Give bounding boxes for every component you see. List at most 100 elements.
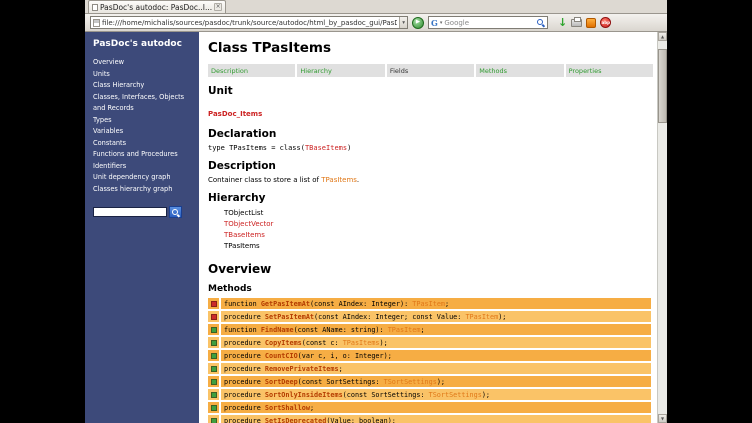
method-signature: procedure RemovePrivateItems; [221, 363, 651, 374]
method-link[interactable]: SortOnlyInsideItems [265, 391, 343, 399]
scroll-down-icon[interactable]: ▼ [658, 414, 667, 423]
browser-tab[interactable]: PasDoc's autodoc: PasDoc..I... × [88, 0, 226, 13]
method-link[interactable]: GetPasItemAt [261, 300, 310, 308]
keyword: procedure [224, 339, 265, 347]
tab-bar: PasDoc's autodoc: PasDoc..I... × [85, 0, 667, 14]
section-link-methods[interactable]: Methods [476, 64, 563, 77]
unit-link[interactable]: PasDoc_Items [208, 110, 262, 118]
section-link-properties[interactable]: Properties [566, 64, 653, 77]
visibility-cell [208, 324, 219, 335]
section-link-hierarchy[interactable]: Hierarchy [297, 64, 384, 77]
address-dropdown-icon[interactable]: ▾ [399, 17, 407, 28]
keyword: function [224, 326, 261, 334]
visibility-cell [208, 363, 219, 374]
hierarchy-item-link[interactable]: TObjectVector [224, 219, 653, 230]
sidebar-item-functions-procedures[interactable]: Functions and Procedures [93, 149, 193, 161]
method-link[interactable]: RemovePrivateItems [265, 365, 339, 373]
declaration-text: ) [347, 144, 351, 152]
params: ); [498, 313, 506, 321]
desktop-background: PasDoc's autodoc: PasDoc..I... × file://… [0, 0, 752, 423]
hierarchy-item-link[interactable]: TBaseItems [224, 230, 653, 241]
sidebar-item-units[interactable]: Units [93, 69, 193, 81]
method-link[interactable]: SetIsDeprecated [265, 417, 326, 423]
sidebar-item-unit-dependency-graph[interactable]: Unit dependency graph [93, 172, 193, 184]
sidebar-item-types[interactable]: Types [93, 115, 193, 127]
download-arrow-icon[interactable]: ↓ [558, 17, 567, 28]
scrollbar-thumb[interactable] [658, 49, 667, 123]
sidebar-item-overview[interactable]: Overview [93, 57, 193, 69]
search-input[interactable] [444, 19, 535, 27]
overview-heading: Overview [208, 262, 653, 276]
visibility-icon [211, 327, 217, 333]
sidebar-item-classes-hierarchy-graph[interactable]: Classes hierarchy graph [93, 184, 193, 196]
method-link[interactable]: SortDeep [265, 378, 298, 386]
type-link[interactable]: TSortSettings [429, 391, 482, 399]
sidebar-search-input[interactable] [93, 207, 167, 217]
scroll-up-icon[interactable]: ▲ [658, 32, 667, 41]
section-link-description[interactable]: Description [208, 64, 295, 77]
method-row: procedure RemovePrivateItems; [208, 363, 651, 374]
keyword: procedure [224, 352, 265, 360]
method-link[interactable]: CountCIO [265, 352, 298, 360]
visibility-cell [208, 350, 219, 361]
sidebar-search-button[interactable] [169, 206, 182, 218]
params: ); [380, 339, 388, 347]
keyword: procedure [224, 313, 265, 321]
type-link[interactable]: TSortSettings [384, 378, 437, 386]
sidebar-item-variables[interactable]: Variables [93, 126, 193, 138]
params: (const SortSettings: [298, 378, 384, 386]
description-text: Container class to store a list of TPasI… [208, 176, 653, 184]
visibility-cell [208, 415, 219, 423]
sidebar-nav: Overview Units Class Hierarchy Classes, … [93, 57, 193, 195]
ancestor-class-link[interactable]: TBaseItems [305, 144, 347, 152]
sidebar-item-identifiers[interactable]: Identifiers [93, 161, 193, 173]
visibility-cell [208, 298, 219, 309]
method-row: procedure SortOnlyInsideItems(const Sort… [208, 389, 651, 400]
type-link[interactable]: TPasItem [388, 326, 421, 334]
adblock-icon[interactable]: abp [600, 17, 611, 28]
go-button[interactable]: ▶ [412, 17, 424, 29]
params: (const AIndex: Integer): [310, 300, 412, 308]
method-link[interactable]: SortShallow [265, 404, 310, 412]
visibility-icon [211, 379, 217, 385]
params: (const SortSettings: [343, 391, 429, 399]
method-link[interactable]: SetPasItemAt [265, 313, 314, 321]
keyword: procedure [224, 378, 265, 386]
sidebar-item-class-hierarchy[interactable]: Class Hierarchy [93, 80, 193, 92]
section-nav: Description Hierarchy Fields Methods Pro… [208, 64, 653, 77]
method-link[interactable]: CopyItems [265, 339, 302, 347]
address-bar[interactable]: file:///home/michalis/sources/pasdoc/tru… [90, 16, 408, 29]
section-label-fields: Fields [387, 64, 474, 77]
tab-close-icon[interactable]: × [214, 3, 222, 11]
visibility-cell [208, 376, 219, 387]
vertical-scrollbar[interactable]: ▲ ▼ [657, 32, 667, 423]
sidebar-title: PasDoc's autodoc [93, 39, 193, 49]
navigation-toolbar: file:///home/michalis/sources/pasdoc/tru… [85, 14, 667, 32]
search-engine-dropdown-icon[interactable]: ▾ [440, 20, 443, 26]
hierarchy-heading: Hierarchy [208, 192, 653, 204]
method-row: procedure SetPasItemAt(const AIndex: Int… [208, 311, 651, 322]
params: ; [420, 326, 424, 334]
declaration-code: type TPasItems = class(TBaseItems) [208, 144, 653, 152]
method-signature: function FindName(const AName: string): … [221, 324, 651, 335]
hierarchy-item: TObjectList [224, 208, 653, 219]
type-link[interactable]: TPasItems [321, 176, 357, 184]
description-fragment: . [357, 176, 359, 184]
search-bar[interactable]: G ▾ [428, 16, 548, 29]
method-link[interactable]: FindName [261, 326, 294, 334]
type-link[interactable]: TPasItems [343, 339, 380, 347]
browser-window: PasDoc's autodoc: PasDoc..I... × file://… [85, 0, 667, 423]
params: (Value: boolean); [326, 417, 396, 423]
type-link[interactable]: TPasItem [412, 300, 445, 308]
keyword: function [224, 300, 261, 308]
method-signature: procedure SetIsDeprecated(Value: boolean… [221, 415, 651, 423]
sidebar-item-constants[interactable]: Constants [93, 138, 193, 150]
search-icon[interactable] [537, 19, 545, 27]
sidebar: PasDoc's autodoc Overview Units Class Hi… [85, 32, 199, 423]
type-link[interactable]: TPasItem [465, 313, 498, 321]
sidebar-item-classes-interfaces-objects-records[interactable]: Classes, Interfaces, Objects and Records [93, 92, 193, 115]
extension-icon[interactable] [586, 18, 596, 28]
method-signature: procedure SetPasItemAt(const AIndex: Int… [221, 311, 651, 322]
printer-icon[interactable] [571, 19, 582, 27]
method-signature: procedure SortDeep(const SortSettings: T… [221, 376, 651, 387]
